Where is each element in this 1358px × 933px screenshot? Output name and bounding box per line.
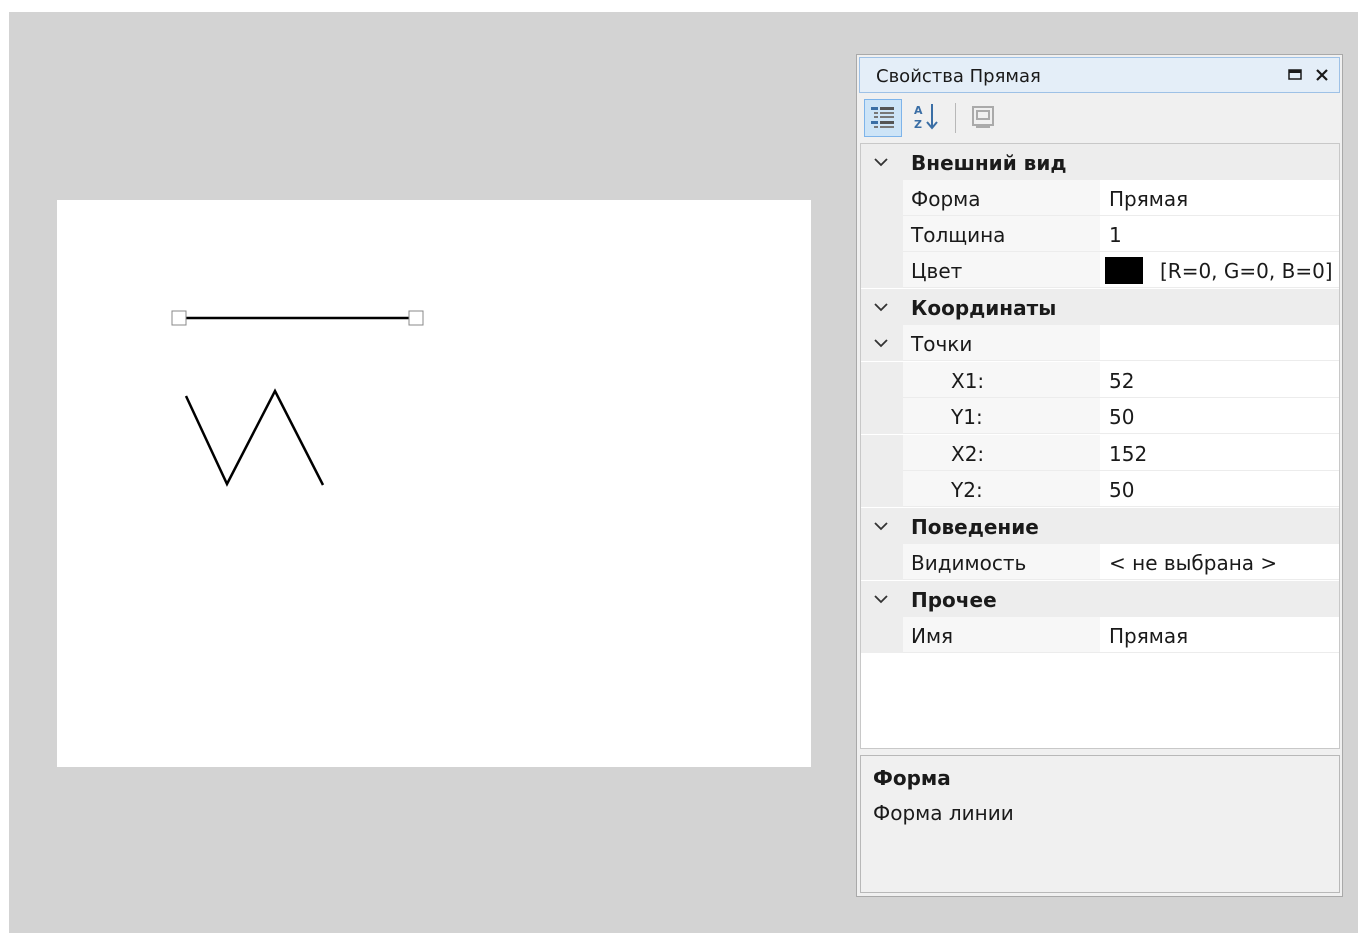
- property-grid: Внешний вид Форма Прямая Толщина 1 Цвет …: [860, 143, 1340, 749]
- property-value[interactable]: 152: [1109, 442, 1147, 466]
- property-name: Точки: [911, 332, 973, 356]
- property-value[interactable]: Прямая: [1109, 187, 1188, 211]
- property-name: Видимость: [911, 551, 1027, 575]
- property-value[interactable]: [R=0, G=0, B=0]: [1160, 259, 1333, 283]
- property-name: X2:: [951, 442, 985, 466]
- property-pages-button[interactable]: [965, 99, 1003, 137]
- zigzag-polyline[interactable]: [184, 388, 325, 487]
- property-row-y2[interactable]: Y2: 50: [861, 471, 1339, 507]
- property-name: X1:: [951, 369, 985, 393]
- property-name: Имя: [911, 624, 954, 648]
- maximize-icon[interactable]: [1285, 65, 1305, 85]
- property-value[interactable]: < не выбрана >: [1109, 551, 1277, 575]
- category-label: Поведение: [911, 515, 1039, 539]
- chevron-down-icon[interactable]: [873, 335, 889, 351]
- property-row-thickness[interactable]: Толщина 1: [861, 216, 1339, 252]
- panel-header: Свойства Прямая: [859, 57, 1340, 93]
- category-label: Прочее: [911, 588, 997, 612]
- chevron-down-icon[interactable]: [873, 591, 889, 607]
- chevron-down-icon[interactable]: [873, 299, 889, 315]
- category-behavior[interactable]: Поведение: [861, 508, 1339, 544]
- property-name: Цвет: [911, 259, 963, 283]
- description-title: Форма: [873, 766, 951, 790]
- category-appearance[interactable]: Внешний вид: [861, 144, 1339, 180]
- property-pages-icon: [972, 106, 994, 128]
- property-name: Форма: [911, 187, 981, 211]
- description-pane: Форма Форма линии: [860, 755, 1340, 893]
- property-row-points[interactable]: Точки: [861, 325, 1339, 361]
- property-row-x2[interactable]: X2: 152: [861, 435, 1339, 471]
- svg-text:A: A: [914, 104, 923, 117]
- property-value[interactable]: 1: [1109, 223, 1122, 247]
- toolbar-separator: [955, 103, 956, 133]
- panel-title: Свойства Прямая: [876, 66, 1041, 87]
- line-start-handle[interactable]: [171, 310, 187, 326]
- canvas-svg: [171, 310, 424, 487]
- line-end-handle[interactable]: [408, 310, 424, 326]
- category-coordinates[interactable]: Координаты: [861, 289, 1339, 325]
- property-value[interactable]: Прямая: [1109, 624, 1188, 648]
- sort-alpha-icon: A Z: [914, 104, 938, 131]
- category-label: Внешний вид: [911, 151, 1067, 175]
- chevron-down-icon[interactable]: [873, 518, 889, 534]
- description-text: Форма линии: [873, 801, 1014, 825]
- color-swatch[interactable]: [1105, 257, 1143, 284]
- close-icon[interactable]: [1312, 65, 1332, 85]
- categorized-icon: [871, 107, 894, 128]
- property-name: Y1:: [951, 405, 983, 429]
- category-other[interactable]: Прочее: [861, 581, 1339, 617]
- panel-toolbar: A Z: [859, 95, 1340, 143]
- property-name: Толщина: [911, 223, 1006, 247]
- chevron-down-icon[interactable]: [873, 154, 889, 170]
- sort-alphabetical-button[interactable]: A Z: [910, 99, 948, 137]
- property-row-y1[interactable]: Y1: 50: [861, 398, 1339, 434]
- property-value[interactable]: 50: [1109, 405, 1134, 429]
- property-row-x1[interactable]: X1: 52: [861, 362, 1339, 398]
- drawing-canvas[interactable]: [57, 200, 811, 767]
- property-value[interactable]: 52: [1109, 369, 1134, 393]
- category-label: Координаты: [911, 296, 1057, 320]
- categorized-button[interactable]: [864, 99, 902, 137]
- property-row-name[interactable]: Имя Прямая: [861, 617, 1339, 653]
- svg-text:Z: Z: [914, 118, 922, 131]
- property-row-visibility[interactable]: Видимость < не выбрана >: [861, 544, 1339, 580]
- property-row-shape[interactable]: Форма Прямая: [861, 180, 1339, 216]
- property-value[interactable]: 50: [1109, 478, 1134, 502]
- property-row-color[interactable]: Цвет [R=0, G=0, B=0]: [861, 252, 1339, 288]
- property-name: Y2:: [951, 478, 983, 502]
- properties-panel: Свойства Прямая A Z Внешний вид Форма Пр…: [856, 54, 1343, 897]
